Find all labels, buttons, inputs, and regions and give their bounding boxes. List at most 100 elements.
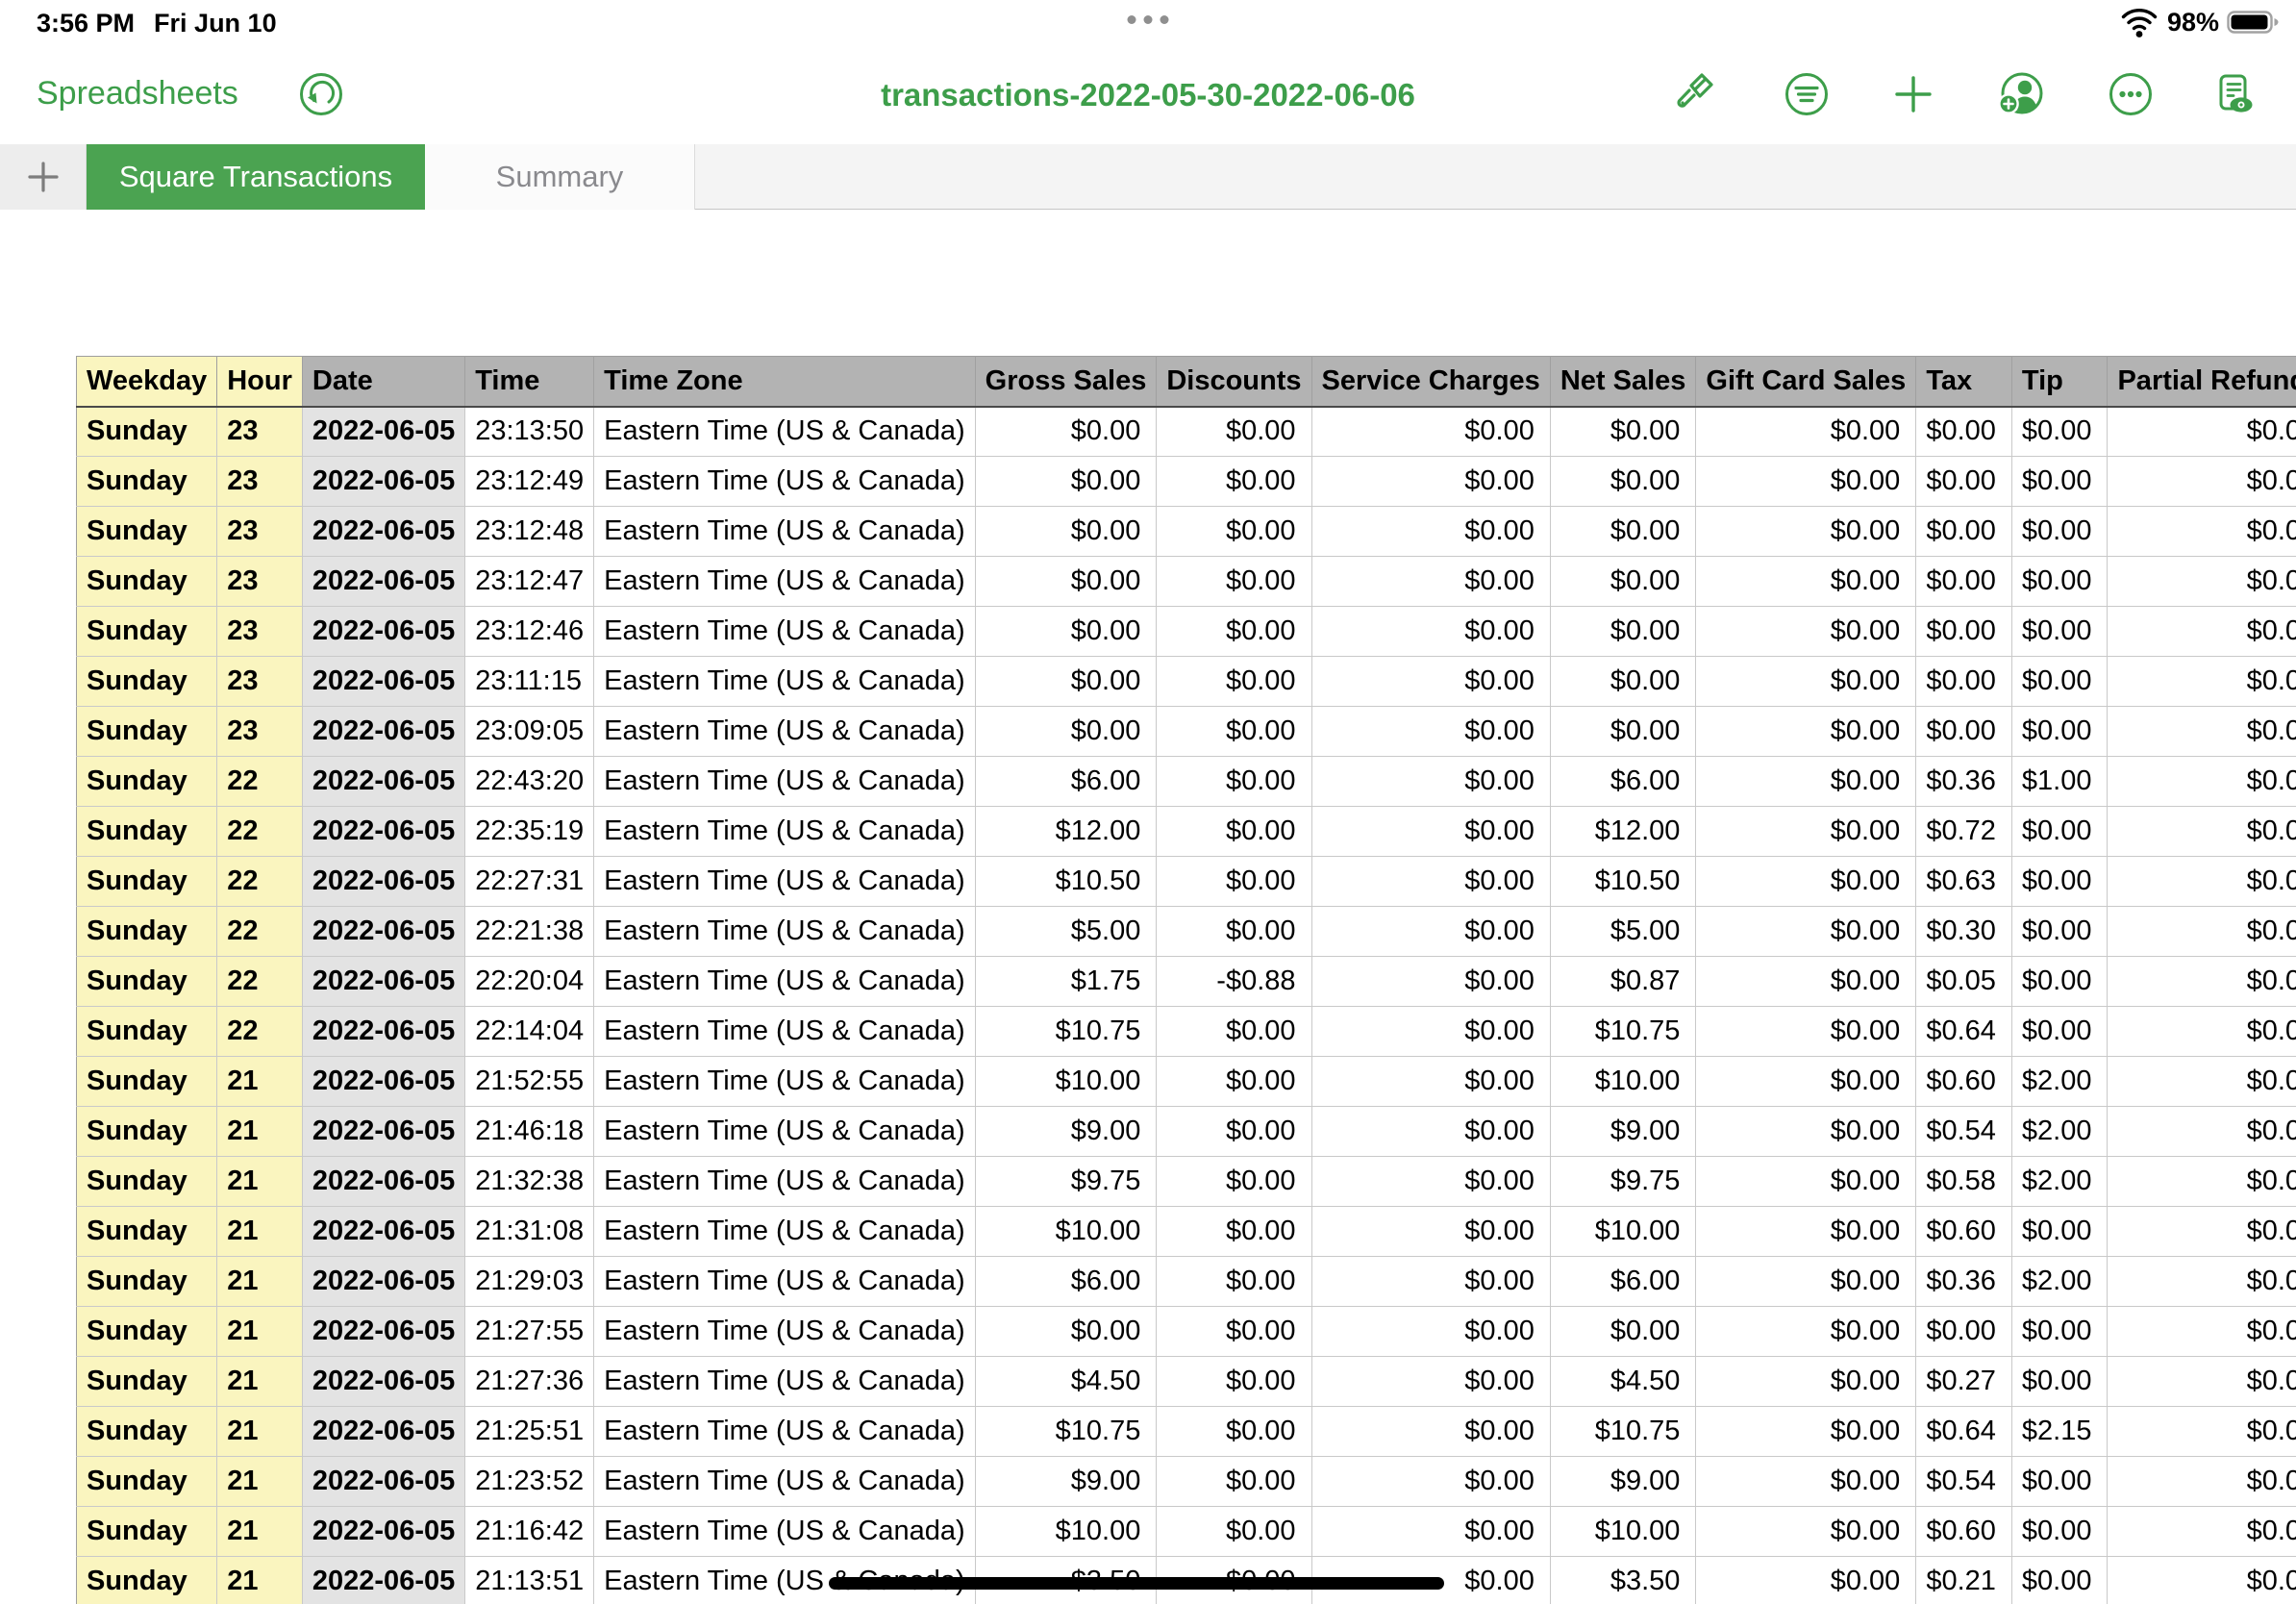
- cell-service_charges[interactable]: $0.00: [1311, 1507, 1550, 1557]
- cell-gift_card_sales[interactable]: $0.00: [1696, 1457, 1916, 1507]
- cell-time_zone[interactable]: Eastern Time (US & Canada): [594, 1257, 976, 1307]
- cell-net_sales[interactable]: $6.00: [1550, 757, 1696, 807]
- cell-tip[interactable]: $2.00: [2011, 1107, 2108, 1157]
- cell-gift_card_sales[interactable]: $0.00: [1696, 1107, 1916, 1157]
- cell-weekday[interactable]: Sunday: [77, 1007, 217, 1057]
- cell-hour[interactable]: 21: [217, 1457, 303, 1507]
- cell-hour[interactable]: 21: [217, 1057, 303, 1107]
- cell-tip[interactable]: $0.00: [2011, 1357, 2108, 1407]
- cell-discounts[interactable]: $0.00: [1157, 857, 1311, 907]
- cell-weekday[interactable]: Sunday: [77, 607, 217, 657]
- column-header-date[interactable]: Date: [302, 357, 464, 407]
- cell-gift_card_sales[interactable]: $0.00: [1696, 1007, 1916, 1057]
- cell-time[interactable]: 21:16:42: [465, 1507, 594, 1557]
- tab-square-transactions[interactable]: Square Transactions: [87, 144, 425, 210]
- cell-weekday[interactable]: Sunday: [77, 1207, 217, 1257]
- tab-summary[interactable]: Summary: [425, 144, 695, 210]
- cell-tax[interactable]: $0.54: [1916, 1107, 2012, 1157]
- cell-gift_card_sales[interactable]: $0.00: [1696, 607, 1916, 657]
- cell-date[interactable]: 2022-06-05: [302, 1157, 464, 1207]
- cell-tax[interactable]: $0.00: [1916, 607, 2012, 657]
- cell-date[interactable]: 2022-06-05: [302, 657, 464, 707]
- cell-discounts[interactable]: $0.00: [1157, 407, 1311, 457]
- cell-discounts[interactable]: $0.00: [1157, 707, 1311, 757]
- cell-time[interactable]: 21:52:55: [465, 1057, 594, 1107]
- cell-service_charges[interactable]: $0.00: [1311, 607, 1550, 657]
- cell-time_zone[interactable]: Eastern Time (US & Canada): [594, 857, 976, 907]
- cell-gift_card_sales[interactable]: $0.00: [1696, 1307, 1916, 1357]
- cell-gift_card_sales[interactable]: $0.00: [1696, 807, 1916, 857]
- cell-tax[interactable]: $0.00: [1916, 1307, 2012, 1357]
- cell-weekday[interactable]: Sunday: [77, 1407, 217, 1457]
- cell-tip[interactable]: $0.00: [2011, 1557, 2108, 1604]
- cell-tip[interactable]: $0.00: [2011, 657, 2108, 707]
- cell-hour[interactable]: 23: [217, 607, 303, 657]
- cell-discounts[interactable]: -$0.88: [1157, 957, 1311, 1007]
- column-header-discounts[interactable]: Discounts: [1157, 357, 1311, 407]
- cell-tip[interactable]: $0.00: [2011, 1457, 2108, 1507]
- cell-tip[interactable]: $0.00: [2011, 1007, 2108, 1057]
- column-header-gross_sales[interactable]: Gross Sales: [975, 357, 1157, 407]
- cell-time[interactable]: 23:12:46: [465, 607, 594, 657]
- cell-net_sales[interactable]: $12.00: [1550, 807, 1696, 857]
- cell-tax[interactable]: $0.21: [1916, 1557, 2012, 1604]
- cell-time[interactable]: 21:46:18: [465, 1107, 594, 1157]
- format-brush-button[interactable]: [1669, 67, 1723, 121]
- cell-time[interactable]: 22:27:31: [465, 857, 594, 907]
- cell-net_sales[interactable]: $4.50: [1550, 1357, 1696, 1407]
- cell-time[interactable]: 23:12:49: [465, 457, 594, 507]
- cell-tax[interactable]: $0.00: [1916, 457, 2012, 507]
- cell-time[interactable]: 23:12:47: [465, 557, 594, 607]
- cell-gross_sales[interactable]: $0.00: [975, 1307, 1157, 1357]
- cell-tax[interactable]: $0.30: [1916, 907, 2012, 957]
- cell-tip[interactable]: $0.00: [2011, 557, 2108, 607]
- cell-hour[interactable]: 23: [217, 707, 303, 757]
- cell-gross_sales[interactable]: $9.00: [975, 1457, 1157, 1507]
- cell-date[interactable]: 2022-06-05: [302, 757, 464, 807]
- cell-time_zone[interactable]: Eastern Time (US & Canada): [594, 607, 976, 657]
- cell-time_zone[interactable]: Eastern Time (US & Canada): [594, 1507, 976, 1557]
- cell-tip[interactable]: $2.00: [2011, 1057, 2108, 1107]
- cell-gift_card_sales[interactable]: $0.00: [1696, 1357, 1916, 1407]
- cell-gross_sales[interactable]: $0.00: [975, 507, 1157, 557]
- cell-tip[interactable]: $0.00: [2011, 1307, 2108, 1357]
- cell-time_zone[interactable]: Eastern Time (US & Canada): [594, 1357, 976, 1407]
- cell-date[interactable]: 2022-06-05: [302, 1207, 464, 1257]
- cell-hour[interactable]: 22: [217, 1007, 303, 1057]
- cell-partial_refunds[interactable]: $0.00: [2108, 1507, 2296, 1557]
- cell-discounts[interactable]: $0.00: [1157, 757, 1311, 807]
- cell-net_sales[interactable]: $10.75: [1550, 1407, 1696, 1457]
- cell-date[interactable]: 2022-06-05: [302, 1107, 464, 1157]
- column-header-net_sales[interactable]: Net Sales: [1550, 357, 1696, 407]
- cell-net_sales[interactable]: $0.00: [1550, 507, 1696, 557]
- cell-hour[interactable]: 21: [217, 1157, 303, 1207]
- cell-service_charges[interactable]: $0.00: [1311, 657, 1550, 707]
- cell-partial_refunds[interactable]: $0.00: [2108, 757, 2296, 807]
- column-header-time_zone[interactable]: Time Zone: [594, 357, 976, 407]
- cell-partial_refunds[interactable]: $0.00: [2108, 1157, 2296, 1207]
- add-sheet-button[interactable]: [0, 144, 87, 210]
- cell-service_charges[interactable]: $0.00: [1311, 457, 1550, 507]
- cell-service_charges[interactable]: $0.00: [1311, 1407, 1550, 1457]
- cell-gift_card_sales[interactable]: $0.00: [1696, 757, 1916, 807]
- cell-tax[interactable]: $0.72: [1916, 807, 2012, 857]
- cell-date[interactable]: 2022-06-05: [302, 1257, 464, 1307]
- cell-tip[interactable]: $0.00: [2011, 1507, 2108, 1557]
- cell-date[interactable]: 2022-06-05: [302, 407, 464, 457]
- cell-hour[interactable]: 22: [217, 807, 303, 857]
- cell-gift_card_sales[interactable]: $0.00: [1696, 657, 1916, 707]
- cell-weekday[interactable]: Sunday: [77, 757, 217, 807]
- cell-net_sales[interactable]: $0.00: [1550, 1307, 1696, 1357]
- cell-discounts[interactable]: $0.00: [1157, 807, 1311, 857]
- cell-date[interactable]: 2022-06-05: [302, 557, 464, 607]
- cell-partial_refunds[interactable]: $0.00: [2108, 557, 2296, 607]
- cell-gross_sales[interactable]: $9.75: [975, 1157, 1157, 1207]
- cell-gift_card_sales[interactable]: $0.00: [1696, 457, 1916, 507]
- cell-service_charges[interactable]: $0.00: [1311, 757, 1550, 807]
- cell-time_zone[interactable]: Eastern Time (US & Canada): [594, 557, 976, 607]
- cell-hour[interactable]: 22: [217, 757, 303, 807]
- cell-weekday[interactable]: Sunday: [77, 1507, 217, 1557]
- cell-gift_card_sales[interactable]: $0.00: [1696, 557, 1916, 607]
- cell-service_charges[interactable]: $0.00: [1311, 1357, 1550, 1407]
- cell-tax[interactable]: $0.00: [1916, 707, 2012, 757]
